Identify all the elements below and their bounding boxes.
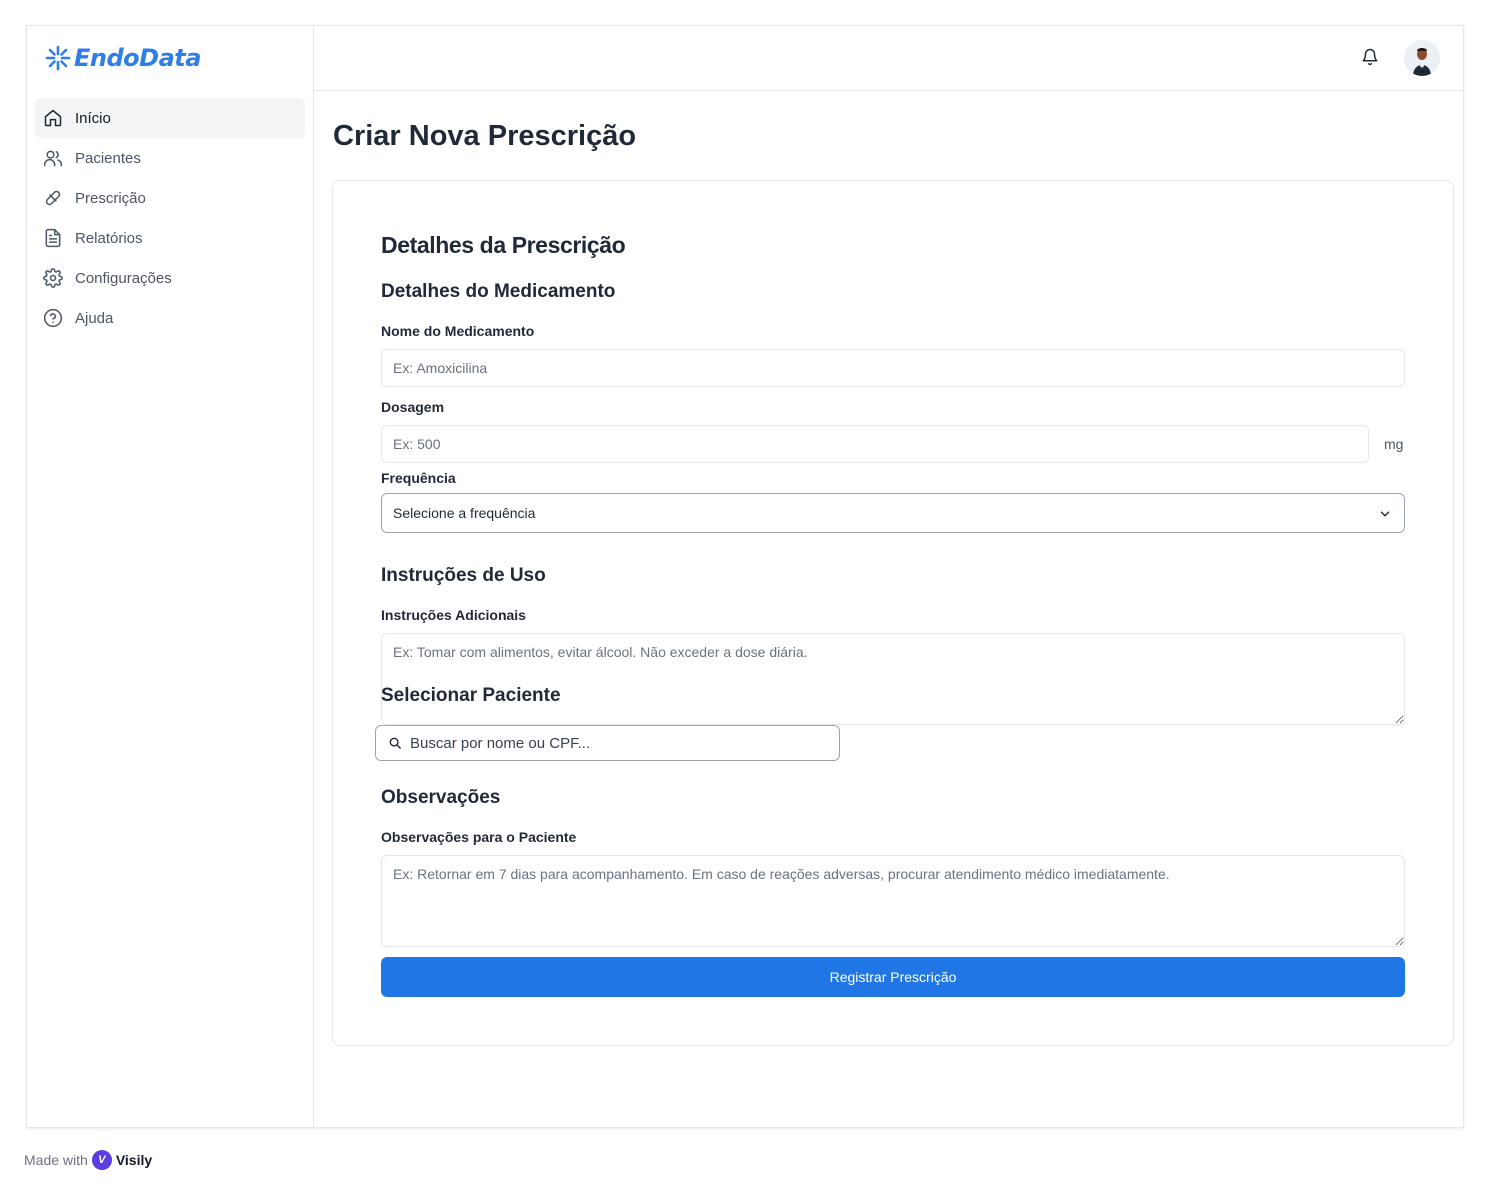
made-with-footer[interactable]: Made with V Visily	[24, 1150, 152, 1170]
notes-textarea[interactable]	[381, 855, 1405, 947]
dosage-unit: mg	[1384, 436, 1404, 452]
sidebar-item-pacientes[interactable]: Pacientes	[35, 138, 305, 178]
visily-logo-icon: V	[91, 1150, 112, 1170]
frequency-label: Frequência	[381, 470, 456, 486]
visily-brand: Visily	[115, 1152, 153, 1168]
search-icon	[389, 737, 401, 749]
pill-icon	[45, 190, 61, 206]
frequency-select[interactable]: Selecione a frequência	[381, 493, 1405, 533]
app-name: EndoData	[74, 44, 201, 72]
patient-section-title: Selecionar Paciente	[381, 685, 561, 706]
instructions-textarea[interactable]	[381, 633, 1405, 725]
medication-name-input[interactable]	[381, 349, 1405, 387]
user-avatar[interactable]	[1404, 40, 1440, 76]
sidebar-item-label: Configurações	[75, 269, 172, 287]
prescription-form-card: Detalhes da Prescrição Detalhes do Medic…	[332, 180, 1454, 1046]
app-logo[interactable]: EndoData	[45, 42, 201, 74]
sidebar-item-label: Pacientes	[75, 149, 141, 167]
sidebar-item-label: Início	[75, 109, 111, 127]
sidebar-item-prescricao[interactable]: Prescrição	[35, 178, 305, 218]
notes-section-title: Observações	[381, 787, 501, 808]
instructions-label: Instruções Adicionais	[381, 607, 526, 623]
logo-icon	[45, 45, 71, 71]
instructions-section-title: Instruções de Uso	[381, 565, 546, 586]
bell-icon[interactable]	[1361, 48, 1379, 66]
patient-search[interactable]	[375, 725, 840, 761]
made-with-text: Made with	[24, 1152, 88, 1168]
sidebar-item-label: Prescrição	[75, 189, 146, 207]
sidebar-item-relatorios[interactable]: Relatórios	[35, 218, 305, 258]
gear-icon	[43, 268, 63, 288]
app-window: EndoData Início Pacientes Prescrição Rel…	[26, 25, 1464, 1128]
top-bar	[315, 26, 1463, 91]
notes-label: Observações para o Paciente	[381, 829, 577, 845]
avatar-image	[1404, 40, 1440, 76]
medication-section-title: Detalhes do Medicamento	[381, 281, 616, 302]
medication-name-label: Nome do Medicamento	[381, 323, 535, 339]
frequency-select-value: Selecione a frequência	[393, 505, 536, 521]
users-icon	[43, 150, 63, 167]
dosage-label: Dosagem	[381, 399, 445, 415]
home-icon	[44, 109, 62, 127]
sidebar-item-inicio[interactable]: Início	[35, 98, 305, 138]
help-circle-icon	[43, 308, 63, 328]
form-title: Detalhes da Prescrição	[381, 232, 626, 258]
sidebar: EndoData Início Pacientes Prescrição Rel…	[27, 26, 314, 1127]
sidebar-item-ajuda[interactable]: Ajuda	[35, 298, 305, 338]
patient-search-input[interactable]	[410, 734, 810, 752]
sidebar-nav: Início Pacientes Prescrição Relatórios C…	[35, 98, 305, 338]
sidebar-item-label: Relatórios	[75, 229, 143, 247]
file-text-icon	[45, 228, 61, 248]
dosage-input[interactable]	[381, 425, 1369, 463]
submit-prescription-button[interactable]: Registrar Prescrição	[381, 957, 1405, 997]
sidebar-item-configuracoes[interactable]: Configurações	[35, 258, 305, 298]
chevron-down-icon	[1380, 511, 1390, 517]
page-title: Criar Nova Prescrição	[333, 120, 637, 152]
sidebar-item-label: Ajuda	[75, 309, 114, 327]
